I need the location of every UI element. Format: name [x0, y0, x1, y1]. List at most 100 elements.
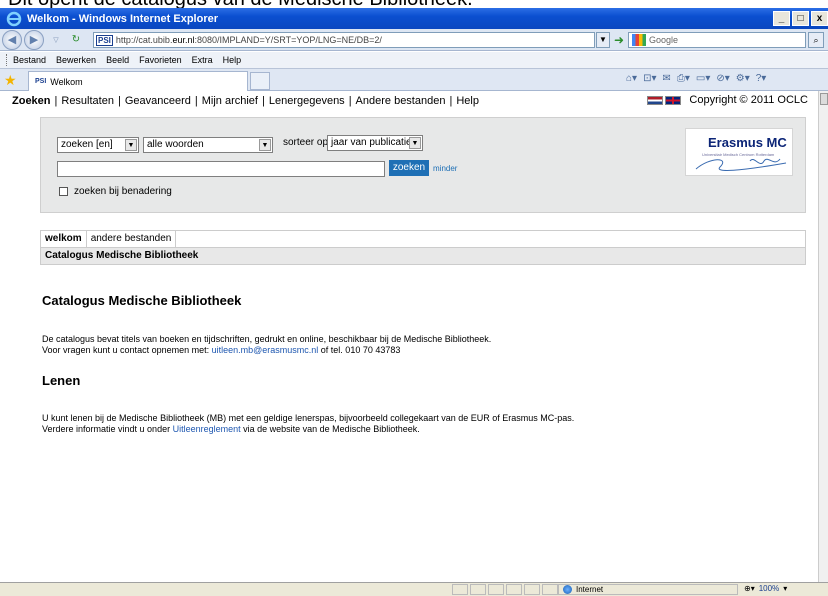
english-flag-icon[interactable] [665, 95, 682, 105]
caption-strip: Dit opent de catalogus van de Medische B… [0, 0, 828, 8]
browser-search-button[interactable]: ⌕ [808, 32, 824, 48]
refresh-icon[interactable]: ↻ [68, 32, 84, 48]
catalog-subbar: Catalogus Medische Bibliotheek [40, 247, 806, 265]
zoom-control[interactable]: ⊕▾ 100% ▾ [744, 584, 787, 593]
scrollbar-up-arrow[interactable] [820, 93, 828, 105]
status-cells [452, 584, 558, 595]
nav-help[interactable]: Help [456, 95, 479, 107]
nav-andere-bestanden[interactable]: Andere bestanden [356, 95, 446, 107]
word-mode-select[interactable]: alle woorden ▼ [143, 137, 273, 153]
close-button[interactable]: x [811, 11, 828, 26]
site-badge: PSI [96, 34, 113, 46]
search-button[interactable]: zoeken [389, 160, 429, 176]
status-bar: Internet ⊕▾ 100% ▾ [0, 582, 828, 596]
address-dropdown-button[interactable]: ▼ [596, 32, 610, 48]
search-panel: zoeken [en] ▼ alle woorden ▼ sorteer op … [40, 117, 806, 213]
menu-item-extra[interactable]: Extra [192, 55, 213, 65]
forward-arrow-icon: ▶ [29, 34, 39, 46]
browser-search-input[interactable]: Google [628, 32, 806, 48]
help-icon[interactable]: ?▾ [756, 73, 767, 84]
print-icon[interactable]: ⎙▾ [677, 73, 690, 84]
nav-zoeken[interactable]: Zoeken [12, 95, 51, 107]
zoom-level: 100% [758, 584, 780, 593]
menu-item-favorieten[interactable]: Favorieten [139, 55, 182, 65]
mail-icon[interactable]: ✉ [662, 73, 670, 84]
vertical-scrollbar[interactable] [818, 91, 828, 582]
ie-logo-icon [6, 11, 22, 26]
copyright-area: Copyright © 2011 OCLC [647, 94, 808, 106]
address-input[interactable]: PSI http://cat.ubib.eur.nl:8080/IMPLAND=… [93, 32, 595, 48]
command-bar: ⌂▾ ⊡▾ ✉ ⎙▾ ▭▾ ⊘▾ ⚙▾ ?▾ [626, 73, 766, 84]
sort-value: jaar van publicatie [331, 137, 412, 148]
tab-title: Welkom [50, 76, 83, 87]
lending-rules-link[interactable]: Uitleenreglement [173, 424, 241, 434]
chevron-down-icon: ▾ [783, 584, 788, 593]
back-arrow-icon: ◀ [7, 34, 17, 46]
minimize-button[interactable]: _ [773, 11, 790, 26]
nav-geavanceerd[interactable]: Geavanceerd [125, 95, 191, 107]
top-navigation: Zoeken | Resultaten | Geavanceerd | Mijn archi… [12, 95, 479, 107]
window-title: Welkom - Windows Internet Explorer [27, 12, 219, 25]
lending-info-prefix: Verdere informatie vindt u onder [42, 424, 173, 434]
safety-icon[interactable]: ⊘▾ [716, 73, 729, 84]
google-icon [632, 34, 646, 46]
menu-item-bewerken[interactable]: Bewerken [56, 55, 96, 65]
tab-andere-bestanden[interactable]: andere bestanden [87, 231, 177, 247]
favorites-star-icon[interactable]: ★ [4, 72, 17, 89]
less-options-link[interactable]: minder [433, 164, 457, 173]
approximate-search-checkbox[interactable] [59, 187, 68, 196]
back-button[interactable]: ◀ [2, 29, 22, 50]
sort-label: sorteer op [283, 137, 329, 148]
maximize-button[interactable]: □ [792, 11, 809, 26]
contact-prefix: Voor vragen kunt u contact opnemen met: [42, 345, 212, 355]
word-mode-value: alle woorden [147, 139, 204, 150]
search-icon: ⌕ [813, 35, 819, 45]
nav-resultaten[interactable]: Resultaten [61, 95, 114, 107]
history-dropdown-icon[interactable]: ▽ [48, 32, 64, 48]
lending-description: U kunt lenen bij de Medische Bibliotheek… [42, 413, 574, 435]
title-bar: Welkom - Windows Internet Explorer _ □ x [0, 8, 828, 29]
forward-button[interactable]: ▶ [24, 29, 44, 50]
chevron-down-icon: ▼ [259, 139, 271, 151]
search-engine-label: Google [649, 35, 679, 45]
browser-tab-welkom[interactable]: PSI Welkom [28, 71, 248, 91]
search-field-select[interactable]: zoeken [en] ▼ [57, 137, 139, 153]
chevron-down-icon: ▼ [599, 35, 607, 44]
page-content: Zoeken | Resultaten | Geavanceerd | Mijn archi… [0, 91, 818, 582]
signature-swoosh-icon [695, 158, 787, 171]
new-tab-button[interactable] [250, 72, 270, 90]
erasmus-mc-logo: Erasmus MC Universitair Medisch Centrum … [685, 128, 793, 176]
approximate-search-option[interactable]: zoeken bij benadering [59, 186, 172, 197]
lending-info-suffix: via de website van de Medische Bibliothe… [240, 424, 420, 434]
catalog-heading: Catalogus Medische Bibliotheek [42, 293, 242, 308]
home-icon[interactable]: ⌂▾ [626, 73, 637, 84]
catalog-description: De catalogus bevat titels van boeken en … [42, 334, 491, 356]
nav-lenergegevens[interactable]: Lenergegevens [269, 95, 345, 107]
page-tabs: welkom andere bestanden [40, 230, 806, 247]
page-icon[interactable]: ▭▾ [696, 73, 710, 84]
menu-item-help[interactable]: Help [223, 55, 242, 65]
sort-select[interactable]: jaar van publicatie ▼ [327, 135, 423, 151]
go-button[interactable]: ➜ [612, 32, 626, 48]
nav-mijn-archief[interactable]: Mijn archief [202, 95, 258, 107]
tab-welkom[interactable]: welkom [41, 231, 87, 247]
lending-description-line1: U kunt lenen bij de Medische Bibliotheek… [42, 413, 575, 423]
menu-item-beeld[interactable]: Beeld [106, 55, 129, 65]
tab-site-badge: PSI [35, 78, 47, 85]
approximate-search-label: zoeken bij benadering [74, 186, 172, 197]
tools-gear-icon[interactable]: ⚙▾ [736, 73, 750, 84]
copyright-text: Copyright © 2011 OCLC [689, 94, 808, 106]
contact-phone: of tel. 010 70 43783 [318, 345, 401, 355]
search-field-value: zoeken [en] [61, 139, 113, 150]
chevron-down-icon: ▼ [125, 139, 137, 151]
feeds-icon[interactable]: ⊡▾ [643, 73, 656, 84]
security-zone[interactable]: Internet [558, 584, 738, 595]
security-zone-label: Internet [576, 585, 604, 594]
menu-item-bestand[interactable]: Bestand [13, 55, 46, 65]
search-input[interactable] [57, 161, 385, 177]
contact-email-link[interactable]: uitleen.mb@erasmusmc.nl [212, 345, 319, 355]
protected-mode-icon[interactable]: ⊕▾ [744, 584, 755, 593]
address-toolbar: ◀ ▶ ▽ ↻ ✕ PSI http://cat.ubib.eur.nl:808… [0, 29, 828, 51]
logo-brand: Erasmus MC [708, 135, 787, 150]
dutch-flag-icon[interactable] [647, 95, 664, 105]
